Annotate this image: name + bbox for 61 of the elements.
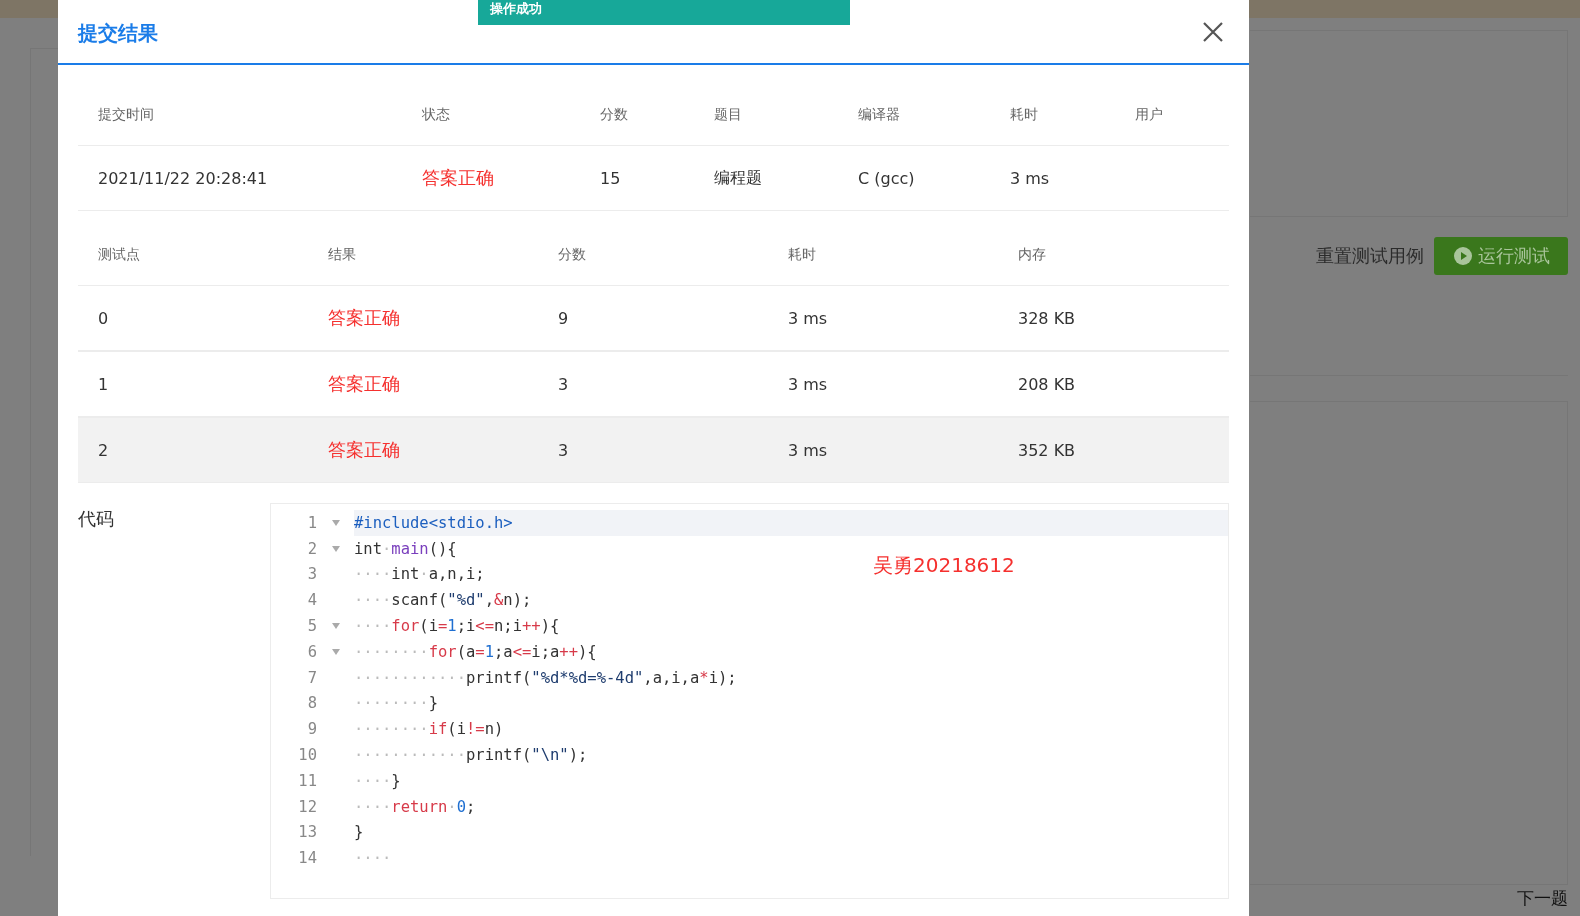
line-number: 3 bbox=[306, 565, 317, 584]
code-line: ····} bbox=[354, 771, 401, 790]
code-line: ········if(i!=n) bbox=[354, 720, 504, 739]
line-number: 8 bbox=[306, 694, 317, 713]
table-cell: C (gcc) bbox=[838, 146, 990, 211]
reset-testcases-link[interactable]: 重置测试用例 bbox=[1316, 244, 1424, 268]
fold-icon[interactable] bbox=[331, 545, 340, 552]
code-line: int·main(){ bbox=[354, 539, 457, 558]
code-annotation: 吴勇20218612 bbox=[873, 552, 1015, 579]
line-number: 10 bbox=[297, 746, 317, 765]
column-header: 题目 bbox=[694, 85, 838, 146]
table-cell: 352 KB bbox=[998, 418, 1229, 483]
line-number: 6 bbox=[306, 642, 317, 661]
column-header: 耗时 bbox=[990, 85, 1115, 146]
play-icon bbox=[1454, 247, 1472, 265]
close-button[interactable] bbox=[1203, 21, 1223, 42]
run-test-button[interactable]: 运行测试 bbox=[1434, 237, 1568, 275]
table-cell: 15 bbox=[580, 146, 694, 211]
table-cell: 2021/11/22 20:28:41 bbox=[78, 146, 402, 211]
close-icon bbox=[1203, 21, 1223, 42]
line-number: 14 bbox=[297, 849, 317, 868]
fold-icon[interactable] bbox=[331, 519, 340, 526]
code-line: #include<stdio.h> bbox=[354, 513, 513, 532]
line-number: 12 bbox=[297, 797, 317, 816]
code-line: ····for(i=1;i<=n;i++){ bbox=[354, 617, 560, 636]
code-line: } bbox=[354, 823, 364, 842]
line-number: 5 bbox=[306, 617, 317, 636]
column-header: 用户 bbox=[1115, 85, 1229, 146]
line-number: 11 bbox=[297, 771, 317, 790]
code-line: ············printf("\n"); bbox=[354, 746, 588, 765]
column-header: 提交时间 bbox=[78, 85, 402, 146]
column-header: 状态 bbox=[402, 85, 580, 146]
code-label: 代码 bbox=[78, 507, 115, 531]
fold-icon[interactable] bbox=[331, 648, 340, 655]
line-number: 9 bbox=[306, 720, 317, 739]
table-cell: 编程题 bbox=[694, 146, 838, 211]
code-editor[interactable] bbox=[270, 503, 1229, 899]
line-number: 4 bbox=[306, 591, 317, 610]
code-line: ···· bbox=[354, 849, 392, 868]
table-cell: 3 ms bbox=[990, 146, 1115, 211]
dialog-title: 提交结果 bbox=[78, 20, 158, 47]
next-question-link[interactable]: 下一题 bbox=[1517, 887, 1568, 910]
success-toast: 操作成功 bbox=[478, 0, 850, 25]
code-line: ········} bbox=[354, 694, 438, 713]
code-line: ········for(a=1;a<=i;a++){ bbox=[354, 642, 597, 661]
column-header: 分数 bbox=[580, 85, 694, 146]
fold-icon[interactable] bbox=[331, 623, 340, 630]
code-line: ····scanf("%d",&n); bbox=[354, 591, 532, 610]
table-cell: 2 bbox=[78, 418, 308, 483]
column-header: 编译器 bbox=[838, 85, 990, 146]
line-number: 13 bbox=[297, 823, 317, 842]
code-line: ············printf("%d*%d=%-4d",a,i,a*i); bbox=[354, 668, 737, 687]
status-cell: 答案正确 bbox=[308, 418, 538, 483]
code-line: ····return·0; bbox=[354, 797, 476, 816]
table-cell: 3 ms bbox=[768, 418, 998, 483]
status-cell: 答案正确 bbox=[402, 146, 580, 211]
line-number: 7 bbox=[306, 668, 317, 687]
line-number: 2 bbox=[306, 539, 317, 558]
table-cell: 3 bbox=[538, 418, 768, 483]
line-number: 1 bbox=[306, 513, 317, 532]
code-line: ····int·a,n,i; bbox=[354, 565, 485, 584]
